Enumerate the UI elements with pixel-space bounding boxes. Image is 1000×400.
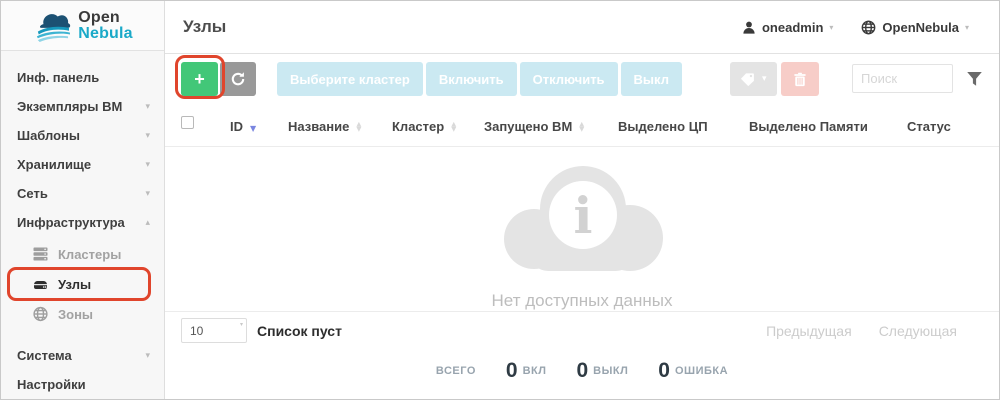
sidebar-item-infrastructure[interactable]: Инфраструктура ▴ [1,208,164,237]
zone-globe-icon [861,20,876,35]
top-bar: Узлы oneadmin ▾ [165,1,999,54]
page-size-select[interactable]: 10 ▾ [181,318,247,343]
stat-on-label: ВКЛ [523,365,547,377]
disable-button[interactable]: Отключить [520,62,618,96]
stat-on-value: 0 [506,359,518,383]
sort-both-icon: ▲▼ [579,122,584,132]
sort-both-icon: ▲▼ [451,122,456,132]
chevron-down-icon: ▾ [145,351,150,361]
search-input[interactable] [852,64,953,93]
chevron-down-icon: ▾ [965,23,969,32]
search-area [852,62,983,93]
sidebar-item-dashboard[interactable]: Инф. панель [1,63,164,92]
sort-both-icon: ▲▼ [356,122,361,132]
sidebar-item-settings[interactable]: Настройки [1,370,164,399]
sidebar: Open Nebula Инф. панель Экземпляры ВМ ▾ … [1,1,165,399]
select-all-checkbox[interactable] [181,116,194,129]
stat-off: 0 ВЫКЛ [576,359,628,383]
column-header-cluster[interactable]: Кластер ▲▼ [392,119,484,134]
hosts-panel: + Выберите кластер Включить Отключить Вы… [165,54,999,399]
hosts-toolbar: + Выберите кластер Включить Отключить Вы… [165,54,999,100]
stat-total-label: ВСЕГО [436,365,476,377]
labels-dropdown-button[interactable]: ▾ [730,62,777,96]
next-page-button[interactable]: Следующая [879,323,957,339]
user-menu[interactable]: oneadmin ▾ [742,20,833,35]
chevron-up-icon: ▴ [145,218,150,228]
logo-text: Open Nebula [78,10,133,42]
empty-state-text: Нет доступных данных [492,291,673,311]
off-button[interactable]: Выкл [621,62,682,96]
sidebar-item-storage[interactable]: Хранилище ▾ [1,150,164,179]
stat-off-label: ВЫКЛ [593,365,628,377]
caret-down-icon: ▾ [240,321,243,328]
user-icon [742,20,756,35]
empty-cloud-icon: i [486,159,678,289]
empty-state: i Нет доступных данных [165,147,999,311]
column-header-id[interactable]: ID ▼ [230,119,288,134]
page-title: Узлы [183,17,226,37]
sidebar-item-templates[interactable]: Шаблоны ▾ [1,121,164,150]
filter-funnel-icon[interactable] [966,71,983,87]
sidebar-item-clusters[interactable]: Кластеры [1,239,164,269]
stat-on: 0 ВКЛ [506,359,547,383]
logo-word-open: Open [78,10,133,26]
svg-text:i: i [574,186,593,245]
stat-off-value: 0 [576,359,588,383]
select-cluster-button[interactable]: Выберите кластер [277,62,423,96]
infrastructure-subnav: Кластеры Узлы [1,237,164,335]
opennebula-sunstone-window: Open Nebula Инф. панель Экземпляры ВМ ▾ … [0,0,1000,400]
column-header-allocated-cpu[interactable]: Выделено ЦП [618,119,749,134]
user-name: oneadmin [762,20,823,35]
caret-down-icon: ▾ [762,74,767,84]
stat-error-value: 0 [658,359,670,383]
column-header-running-vms[interactable]: Запущено ВМ ▲▼ [484,119,618,134]
list-empty-label: Список пуст [257,323,342,339]
stat-error: 0 ОШИБКА [658,359,728,383]
stat-error-label: ОШИБКА [675,365,728,377]
pagination-bar: 10 ▾ Список пуст Предыдущая Следующая [165,311,999,349]
column-header-name[interactable]: Название ▲▼ [288,119,392,134]
state-buttons-group: Выберите кластер Включить Отключить Выкл [277,62,682,96]
column-header-allocated-memory[interactable]: Выделено Памяти [749,119,907,134]
main-area: Узлы oneadmin ▾ [165,1,999,399]
chevron-down-icon: ▾ [145,189,150,199]
previous-page-button[interactable]: Предыдущая [766,323,852,339]
hosts-summary-stats: ВСЕГО 0 ВКЛ 0 ВЫКЛ 0 ОШИБКА [165,349,999,399]
create-host-button[interactable]: + [181,62,218,96]
sidebar-nav: Инф. панель Экземпляры ВМ ▾ Шаблоны ▾ Хр… [1,51,164,399]
logo-word-nebula: Nebula [78,26,133,42]
zones-globe-icon [32,306,49,322]
opennebula-logo-icon [32,9,72,43]
hosts-table-header: ID ▼ Название ▲▼ Кластер ▲▼ Запущено ВМ … [165,107,999,147]
sidebar-item-hosts[interactable]: Узлы [1,269,164,299]
select-all-cell [181,124,230,129]
clusters-icon [32,246,49,262]
top-right-menus: oneadmin ▾ OpenNebula ▾ [742,20,969,35]
pager: Предыдущая Следующая [766,323,957,339]
chevron-down-icon: ▾ [145,131,150,141]
sidebar-item-network[interactable]: Сеть ▾ [1,179,164,208]
chevron-down-icon: ▾ [145,102,150,112]
trash-icon [793,72,807,87]
chevron-down-icon: ▾ [829,23,833,32]
refresh-icon [230,71,246,87]
zone-menu[interactable]: OpenNebula ▾ [861,20,969,35]
chevron-down-icon: ▾ [145,160,150,170]
refresh-button[interactable] [220,62,256,96]
hosts-icon [32,276,49,292]
delete-button[interactable] [781,62,819,96]
column-header-status[interactable]: Статус [907,119,983,134]
sort-descending-icon: ▼ [250,124,256,133]
opennebula-logo[interactable]: Open Nebula [1,1,164,51]
labels-delete-group: ▾ [730,62,819,96]
enable-button[interactable]: Включить [426,62,517,96]
zone-name: OpenNebula [882,20,959,35]
sidebar-item-system[interactable]: Система ▾ [1,341,164,370]
sidebar-item-vm-instances[interactable]: Экземпляры ВМ ▾ [1,92,164,121]
sidebar-item-zones[interactable]: Зоны [1,299,164,329]
tag-icon [740,72,755,87]
